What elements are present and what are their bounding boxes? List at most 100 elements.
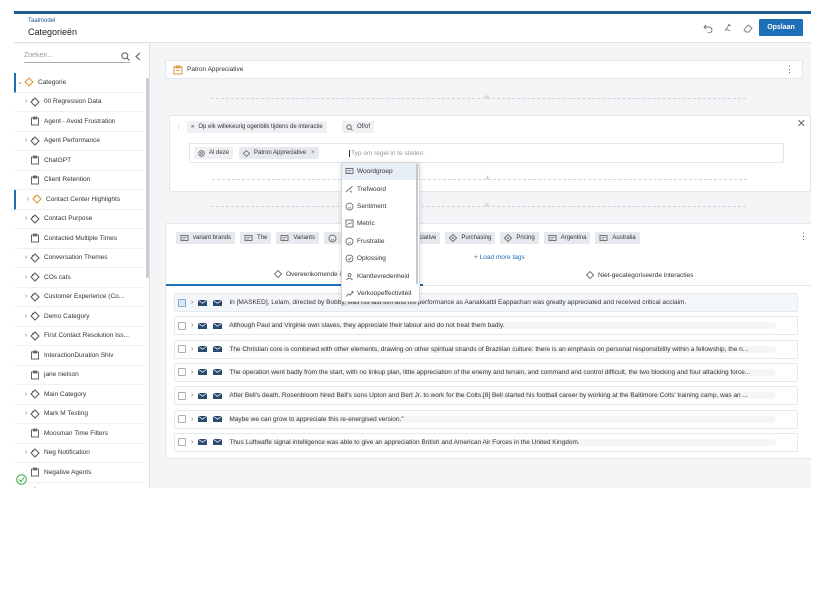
tab-unmatched[interactable]: Niet-gecategoriseerde interacties xyxy=(586,264,693,286)
dropdown-option-label: Klanttevredenheid xyxy=(357,272,410,280)
sidebar-item[interactable]: › Demo Category xyxy=(14,307,145,327)
row-checkbox[interactable] xyxy=(178,391,186,400)
tree-root-categorie[interactable]: ⌄ Categorie xyxy=(14,73,145,93)
chevron-right-icon[interactable]: › xyxy=(191,439,193,446)
dropdown-option-oplossing[interactable]: Oplossing xyxy=(342,250,419,267)
sidebar-item[interactable]: ChatGPT xyxy=(14,151,145,171)
search-icon[interactable] xyxy=(121,52,130,61)
chevron-right-icon[interactable]: › xyxy=(191,392,193,399)
tag-chip[interactable]: Argentina xyxy=(543,232,591,244)
interaction-row[interactable]: › Thus Luftwaffe signal intelligence was … xyxy=(174,432,798,452)
interaction-row[interactable]: › Maybe we can grow to appreciate this re… xyxy=(174,409,798,429)
chevron-right-icon[interactable]: › xyxy=(191,416,193,423)
sidebar-item-label: Contact Purpose xyxy=(44,215,93,223)
sidebar-item[interactable]: Moosman Time Filters xyxy=(14,424,145,444)
dropdown-option-trefwoord[interactable]: Trefwoord xyxy=(342,180,419,197)
rule-input[interactable]: Typ om regel in te stellen. xyxy=(349,150,425,157)
status-check-icon[interactable] xyxy=(16,474,27,485)
load-more-tags-link[interactable]: + Load more tags xyxy=(474,254,525,261)
sidebar-item[interactable]: InteractionDuration Shiv xyxy=(14,346,145,366)
chevron-right-icon[interactable]: › xyxy=(22,449,30,456)
chevron-right-icon[interactable]: › xyxy=(22,391,30,398)
all-these-selector[interactable]: Al deze xyxy=(194,147,234,159)
chevron-right-icon[interactable]: › xyxy=(22,293,30,300)
sidebar-item[interactable]: Agent - Avoid Frustration xyxy=(14,112,145,132)
sidebar-scrollbar[interactable] xyxy=(146,78,149,278)
interaction-row[interactable]: › The operation went badly from the start… xyxy=(174,362,798,382)
test-button[interactable] xyxy=(721,21,734,34)
add-condition-plus-icon[interactable]: + xyxy=(485,173,490,183)
sidebar-item[interactable]: › 00 Regression Data xyxy=(14,93,145,112)
interaction-row[interactable]: › Although Paul and Virginie own slaves, … xyxy=(174,316,798,336)
chevron-right-icon[interactable]: › xyxy=(22,98,30,105)
chevron-right-icon[interactable]: › xyxy=(191,346,193,353)
interaction-row[interactable]: › After Bell's death, Rosenbloom hired Be… xyxy=(174,386,798,406)
chevron-right-icon[interactable]: › xyxy=(22,332,30,339)
chevron-right-icon[interactable]: › xyxy=(24,196,32,203)
collapse-sidebar-icon[interactable] xyxy=(135,52,141,61)
category-leaf-icon xyxy=(30,116,40,126)
sidebar-item[interactable]: › Main Category xyxy=(14,385,145,405)
row-checkbox[interactable] xyxy=(178,321,186,330)
row-checkbox[interactable] xyxy=(178,368,186,377)
tag-chip[interactable]: variant brands xyxy=(176,232,236,244)
tag-chip[interactable]: The xyxy=(240,232,272,244)
chevron-down-icon[interactable]: ⌄ xyxy=(16,78,24,86)
dropdown-option-frustratie[interactable]: Frustratie xyxy=(342,233,419,250)
chevron-right-icon[interactable]: › xyxy=(22,254,30,261)
interaction-row[interactable]: › The Christian core is combined with oth… xyxy=(174,339,798,359)
sidebar-item[interactable]: › Customer Experience (Co... xyxy=(14,288,145,307)
sidebar-item[interactable]: › Neg Notification xyxy=(14,444,145,463)
save-button[interactable]: Opslaan xyxy=(759,19,803,36)
chevron-right-icon[interactable]: › xyxy=(191,369,193,376)
tag-chip[interactable]: Purchasing xyxy=(445,232,496,244)
chevron-right-icon[interactable]: › xyxy=(22,137,30,144)
tag-chip[interactable]: Australia xyxy=(595,232,640,244)
row-checkbox[interactable] xyxy=(178,438,186,447)
sidebar-item[interactable]: › Mark M Testing xyxy=(14,405,145,424)
undo-button[interactable] xyxy=(701,21,714,34)
dropdown-option-sentiment[interactable]: Sentiment xyxy=(342,198,419,215)
add-rule-plus-icon[interactable]: + xyxy=(484,92,489,102)
sidebar-item[interactable]: Client Retention xyxy=(14,171,145,190)
dropdown-option-klanttevredenheid[interactable]: Klanttevredenheid xyxy=(342,267,419,284)
sidebar-item[interactable]: › Agent Performance xyxy=(14,132,145,151)
more-options-icon[interactable]: ⋮ xyxy=(785,64,794,75)
eraser-button[interactable] xyxy=(741,21,754,34)
tag-chip[interactable]: Pricing xyxy=(500,232,539,244)
chevron-right-icon[interactable]: › xyxy=(22,410,30,417)
chevron-right-icon[interactable]: › xyxy=(191,322,193,329)
row-checkbox[interactable] xyxy=(178,415,186,423)
sidebar-item[interactable]: › Conversation Themes xyxy=(14,249,145,268)
drag-handle-icon[interactable]: ⋮ xyxy=(175,123,182,131)
sidebar-item[interactable]: › First Contact Resolution Iss... xyxy=(14,327,145,346)
tag-chip[interactable]: Variants xyxy=(276,232,319,244)
chevron-right-icon[interactable]: › xyxy=(22,274,30,281)
breadcrumb[interactable]: Taalmodel xyxy=(28,18,55,24)
more-options-icon[interactable]: ⋮ xyxy=(799,231,808,242)
row-checkbox[interactable] xyxy=(178,345,186,354)
rule-chip[interactable]: Patron Appreciative × xyxy=(239,147,319,159)
search-input[interactable]: Zoeken... xyxy=(24,51,130,63)
remove-chip-icon[interactable]: × xyxy=(311,150,315,156)
sidebar-item[interactable]: › Contact Purpose xyxy=(14,210,145,229)
sidebar-item[interactable]: ›Negative Impact xyxy=(14,483,145,488)
close-rule-icon[interactable]: ✕ xyxy=(797,117,806,130)
chevron-right-icon[interactable]: › xyxy=(191,299,193,306)
dropdown-option-woordgroep[interactable]: Woordgroep xyxy=(342,163,419,181)
dropdown-option-metric[interactable]: Metric xyxy=(342,215,419,232)
interaction-row[interactable]: › In [MASKED], Lelam, directed by Bobby, … xyxy=(174,293,798,312)
timing-selector[interactable]: » Op elk willekeurig ogenblik tijdens de… xyxy=(187,121,327,133)
sidebar-item[interactable]: › COs cats xyxy=(14,268,145,288)
sidebar-item[interactable]: jane nielson xyxy=(14,366,145,385)
sidebar-item[interactable]: Contacted Multiple Times xyxy=(14,229,145,249)
operator-selector[interactable]: Of/of xyxy=(342,121,375,133)
add-rule-plus-icon[interactable]: + xyxy=(484,200,489,210)
chevron-right-icon[interactable]: › xyxy=(22,215,30,222)
chevron-right-icon[interactable]: › xyxy=(22,313,30,320)
sidebar-item[interactable]: › Contact Center Highlights xyxy=(14,190,145,210)
row-checkbox[interactable] xyxy=(178,298,186,307)
sidebar-item[interactable]: Negative Agents xyxy=(14,463,145,483)
dropdown-option-verkoopeffectiviteit[interactable]: Verkoopeffectiviteit xyxy=(342,285,419,302)
dropdown-scrollbar[interactable] xyxy=(416,164,418,284)
